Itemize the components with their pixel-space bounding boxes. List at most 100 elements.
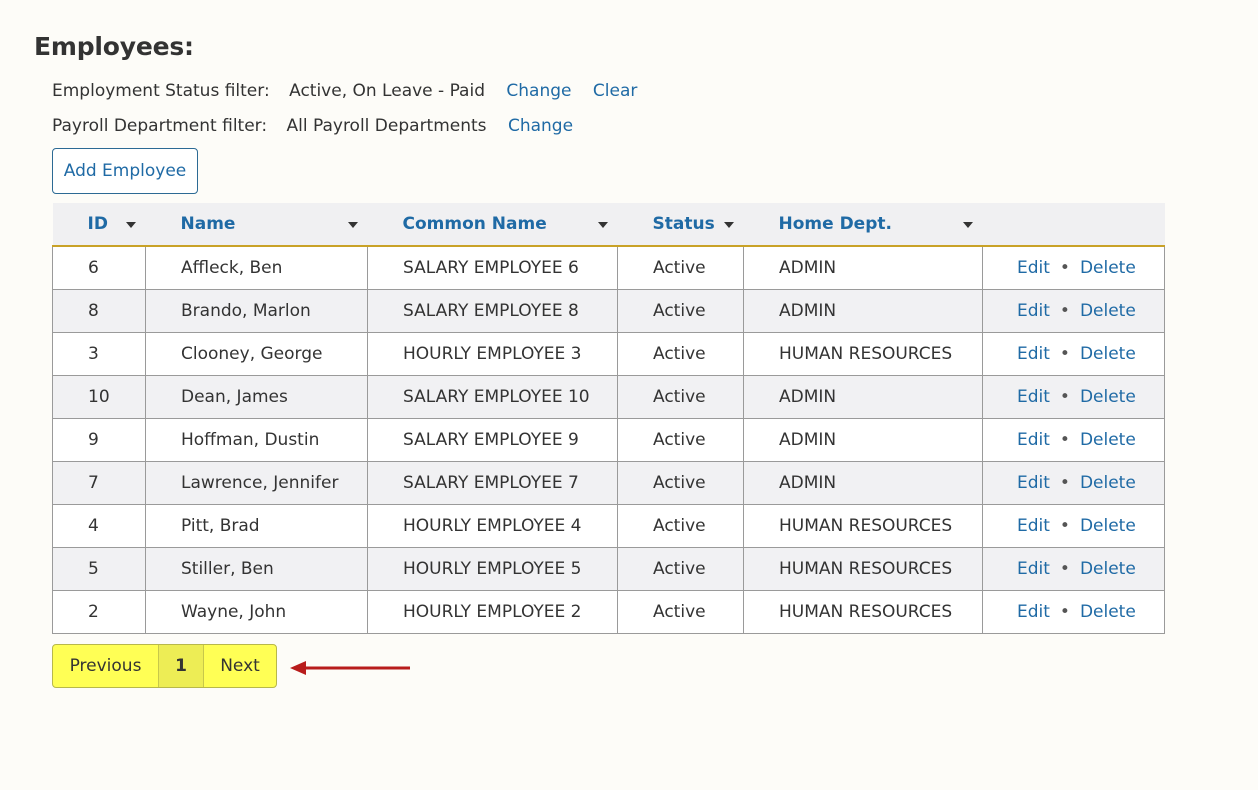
cell-home-dept: ADMIN (743, 461, 983, 505)
previous-page-button[interactable]: Previous (53, 645, 159, 687)
change-status-filter-link[interactable]: Change (506, 81, 571, 101)
sort-caret-icon[interactable] (962, 222, 973, 228)
column-label: ID (87, 214, 108, 234)
cell-common-name: SALARY EMPLOYEE 9 (367, 418, 618, 462)
table-row: 3 Clooney, George HOURLY EMPLOYEE 3 Active H… (52, 332, 1165, 376)
column-header-status[interactable]: Status (617, 203, 744, 247)
next-page-button[interactable]: Next (204, 645, 276, 687)
table-header-row: ID Name Common Name Status Home Dept. (52, 203, 1165, 247)
cell-home-dept: HUMAN RESOURCES (743, 504, 983, 548)
cell-name: Dean, James (145, 375, 368, 419)
cell-home-dept: HUMAN RESOURCES (743, 547, 983, 591)
delete-link[interactable]: Delete (1080, 301, 1136, 321)
delete-link[interactable]: Delete (1080, 473, 1136, 493)
cell-name: Pitt, Brad (145, 504, 368, 548)
cell-name: Brando, Marlon (145, 289, 368, 333)
cell-name: Lawrence, Jennifer (145, 461, 368, 505)
annotation-arrow-icon (290, 661, 410, 675)
cell-name: Clooney, George (145, 332, 368, 376)
cell-common-name: SALARY EMPLOYEE 8 (367, 289, 618, 333)
cell-id: 6 (52, 245, 146, 290)
filter-value: All Payroll Departments (286, 116, 487, 136)
cell-name: Stiller, Ben (145, 547, 368, 591)
cell-actions: Edit • Delete (982, 504, 1165, 548)
sort-caret-icon[interactable] (125, 222, 136, 228)
sort-caret-icon[interactable] (723, 222, 734, 228)
cell-common-name: HOURLY EMPLOYEE 3 (367, 332, 618, 376)
cell-actions: Edit • Delete (982, 547, 1165, 591)
filter-value: Active, On Leave - Paid (289, 81, 485, 101)
cell-status: Active (617, 418, 744, 462)
clear-status-filter-link[interactable]: Clear (593, 81, 637, 101)
cell-common-name: SALARY EMPLOYEE 10 (367, 375, 618, 419)
sort-caret-icon[interactable] (597, 222, 608, 228)
cell-id: 2 (52, 590, 146, 634)
cell-actions: Edit • Delete (982, 289, 1165, 333)
delete-link[interactable]: Delete (1080, 258, 1136, 278)
action-separator: • (1059, 559, 1070, 579)
delete-link[interactable]: Delete (1080, 430, 1136, 450)
edit-link[interactable]: Edit (1017, 559, 1050, 579)
action-separator: • (1059, 516, 1070, 536)
page-1-button[interactable]: 1 (159, 645, 204, 687)
column-header-id[interactable]: ID (52, 203, 146, 247)
cell-status: Active (617, 375, 744, 419)
cell-status: Active (617, 245, 744, 290)
action-separator: • (1059, 258, 1070, 278)
cell-name: Hoffman, Dustin (145, 418, 368, 462)
edit-link[interactable]: Edit (1017, 301, 1050, 321)
cell-id: 8 (52, 289, 146, 333)
edit-link[interactable]: Edit (1017, 258, 1050, 278)
column-header-home-dept[interactable]: Home Dept. (743, 203, 983, 247)
add-employee-button[interactable]: Add Employee (52, 148, 198, 194)
column-header-common-name[interactable]: Common Name (367, 203, 618, 247)
delete-link[interactable]: Delete (1080, 344, 1136, 364)
column-header-actions (982, 203, 1165, 247)
action-separator: • (1059, 344, 1070, 364)
edit-link[interactable]: Edit (1017, 430, 1050, 450)
filter-label: Payroll Department filter: (52, 116, 268, 136)
cell-name: Wayne, John (145, 590, 368, 634)
cell-actions: Edit • Delete (982, 461, 1165, 505)
edit-link[interactable]: Edit (1017, 516, 1050, 536)
employment-status-filter: Employment Status filter: Active, On Lea… (52, 81, 637, 101)
cell-id: 10 (52, 375, 146, 419)
table-row: 5 Stiller, Ben HOURLY EMPLOYEE 5 Active HUMA… (52, 547, 1165, 591)
cell-common-name: SALARY EMPLOYEE 6 (367, 245, 618, 290)
cell-status: Active (617, 461, 744, 505)
employees-table: ID Name Common Name Status Home Dept. 6A… (52, 203, 1165, 634)
column-label: Status (652, 214, 715, 234)
cell-status: Active (617, 504, 744, 548)
cell-actions: Edit • Delete (982, 418, 1165, 462)
cell-common-name: SALARY EMPLOYEE 7 (367, 461, 618, 505)
table-row: 4 Pitt, Brad HOURLY EMPLOYEE 4 Active HUMAN … (52, 504, 1165, 548)
payroll-department-filter: Payroll Department filter: All Payroll D… (52, 116, 573, 136)
cell-common-name: HOURLY EMPLOYEE 5 (367, 547, 618, 591)
table-row: 9 Hoffman, Dustin SALARY EMPLOYEE 9 Active A… (52, 418, 1165, 462)
delete-link[interactable]: Delete (1080, 602, 1136, 622)
edit-link[interactable]: Edit (1017, 387, 1050, 407)
table-row: 10 Dean, James SALARY EMPLOYEE 10 Active ADM… (52, 375, 1165, 419)
edit-link[interactable]: Edit (1017, 473, 1050, 493)
cell-id: 7 (52, 461, 146, 505)
change-department-filter-link[interactable]: Change (508, 116, 573, 136)
action-separator: • (1059, 301, 1070, 321)
edit-link[interactable]: Edit (1017, 344, 1050, 364)
delete-link[interactable]: Delete (1080, 516, 1136, 536)
cell-home-dept: HUMAN RESOURCES (743, 332, 983, 376)
sort-caret-icon[interactable] (347, 222, 358, 228)
cell-common-name: HOURLY EMPLOYEE 4 (367, 504, 618, 548)
cell-id: 9 (52, 418, 146, 462)
cell-actions: Edit • Delete (982, 590, 1165, 634)
cell-actions: Edit • Delete (982, 375, 1165, 419)
cell-name: Affleck, Ben (145, 245, 368, 290)
filter-label: Employment Status filter: (52, 81, 270, 101)
table-row: 2 Wayne, John HOURLY EMPLOYEE 2 Active HUMAN… (52, 590, 1165, 634)
edit-link[interactable]: Edit (1017, 602, 1050, 622)
column-header-name[interactable]: Name (145, 203, 368, 247)
delete-link[interactable]: Delete (1080, 559, 1136, 579)
delete-link[interactable]: Delete (1080, 387, 1136, 407)
cell-id: 5 (52, 547, 146, 591)
column-label: Home Dept. (778, 214, 892, 234)
table-row: 8 Brando, Marlon SALARY EMPLOYEE 8 Active AD… (52, 289, 1165, 333)
